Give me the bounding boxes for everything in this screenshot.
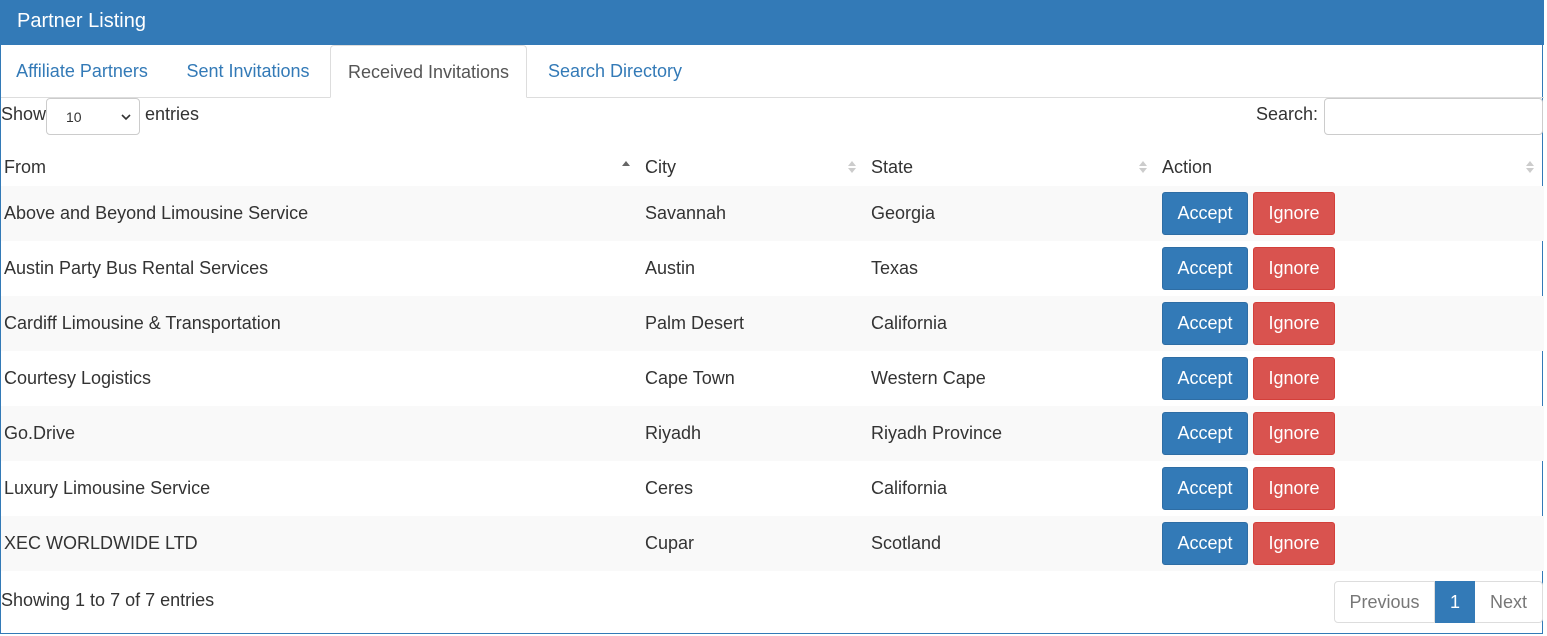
table-info: Showing 1 to 7 of 7 entries — [1, 590, 215, 610]
column-header-from[interactable]: From — [4, 141, 634, 186]
ignore-button[interactable]: Ignore — [1253, 357, 1335, 400]
table-row: Above and Beyond Limousine Service Savann… — [1, 186, 1544, 241]
column-header-label: State — [871, 157, 914, 177]
column-header-city[interactable]: City — [645, 141, 860, 186]
cell-city: Savannah — [645, 203, 727, 223]
tab-sent-invitations[interactable]: Sent Invitations — [167, 45, 329, 98]
table-row: Go.Drive Riyadh Riyadh Province Accept Ignor… — [1, 406, 1544, 461]
accept-button[interactable]: Accept — [1162, 412, 1248, 455]
sort-both-icon — [848, 161, 856, 173]
tab-affiliate-partners[interactable]: Affiliate Partners — [1, 45, 163, 98]
column-header-state[interactable]: State — [871, 141, 1151, 186]
accept-button[interactable]: Accept — [1162, 247, 1248, 290]
entries-label: entries — [145, 104, 200, 124]
search-input[interactable] — [1324, 98, 1543, 135]
previous-page-button[interactable]: Previous — [1334, 581, 1435, 623]
cell-city: Cupar — [645, 533, 695, 553]
column-header-label: Action — [1162, 157, 1213, 177]
cell-state: Scotland — [871, 533, 942, 553]
sort-asc-icon — [622, 161, 630, 166]
cell-city: Palm Desert — [645, 313, 745, 333]
tab-search-directory[interactable]: Search Directory — [531, 45, 699, 98]
cell-city: Riyadh — [645, 423, 702, 443]
sort-both-icon — [1139, 161, 1147, 173]
cell-from: Courtesy Logistics — [4, 368, 152, 388]
sort-both-icon — [1526, 161, 1534, 173]
next-page-button[interactable]: Next — [1475, 581, 1543, 623]
ignore-button[interactable]: Ignore — [1253, 467, 1335, 510]
cell-city: Cape Town — [645, 368, 735, 388]
cell-state: California — [871, 478, 948, 498]
cell-from: Austin Party Bus Rental Services — [4, 258, 269, 278]
cell-from: Go.Drive — [4, 423, 76, 443]
cell-state: California — [871, 313, 948, 333]
entries-per-page-value: 10 — [66, 109, 82, 125]
cell-from: Luxury Limousine Service — [4, 478, 211, 498]
cell-state: Georgia — [871, 203, 936, 223]
table-row: Cardiff Limousine & Transportation Palm D… — [1, 296, 1544, 351]
search-label: Search: — [1256, 104, 1319, 124]
accept-button[interactable]: Accept — [1162, 302, 1248, 345]
accept-button[interactable]: Accept — [1162, 522, 1248, 565]
accept-button[interactable]: Accept — [1162, 467, 1248, 510]
tab-received-invitations[interactable]: Received Invitations — [330, 45, 527, 98]
column-header-action[interactable]: Action — [1162, 141, 1538, 186]
accept-button[interactable]: Accept — [1162, 192, 1248, 235]
accept-button[interactable]: Accept — [1162, 357, 1248, 400]
table-header: From City State Action — [1, 141, 1544, 186]
table-row: Luxury Limousine Service Ceres California A… — [1, 461, 1544, 516]
ignore-button[interactable]: Ignore — [1253, 412, 1335, 455]
entries-per-page-select[interactable]: 10 — [46, 98, 140, 135]
cell-state: Western Cape — [871, 368, 986, 388]
page-1-button[interactable]: 1 — [1435, 581, 1475, 623]
cell-city: Austin — [645, 258, 696, 278]
column-header-label: From — [4, 157, 46, 177]
cell-from: Above and Beyond Limousine Service — [4, 203, 309, 223]
ignore-button[interactable]: Ignore — [1253, 192, 1335, 235]
tab-bar: Affiliate Partners Sent Invitations Rece… — [1, 45, 1544, 98]
panel-title: Partner Listing — [1, 0, 1544, 45]
partner-listing-panel: Partner Listing Affiliate Partners Sent … — [0, 0, 1544, 634]
cell-state: Texas — [871, 258, 919, 278]
chevron-down-icon — [121, 114, 131, 121]
table-row: Courtesy Logistics Cape Town Western Cape A… — [1, 351, 1544, 406]
ignore-button[interactable]: Ignore — [1253, 302, 1335, 345]
ignore-button[interactable]: Ignore — [1253, 247, 1335, 290]
cell-from: XEC WORLDWIDE LTD — [4, 533, 198, 553]
cell-city: Ceres — [645, 478, 694, 498]
cell-state: Riyadh Province — [871, 423, 1003, 443]
table-row: Austin Party Bus Rental Services Austin Te… — [1, 241, 1544, 296]
show-label: Show — [1, 104, 47, 124]
table-row: XEC WORLDWIDE LTD Cupar Scotland Accept Igno… — [1, 516, 1544, 571]
cell-from: Cardiff Limousine & Transportation — [4, 313, 281, 333]
column-header-label: City — [645, 157, 676, 177]
ignore-button[interactable]: Ignore — [1253, 522, 1335, 565]
